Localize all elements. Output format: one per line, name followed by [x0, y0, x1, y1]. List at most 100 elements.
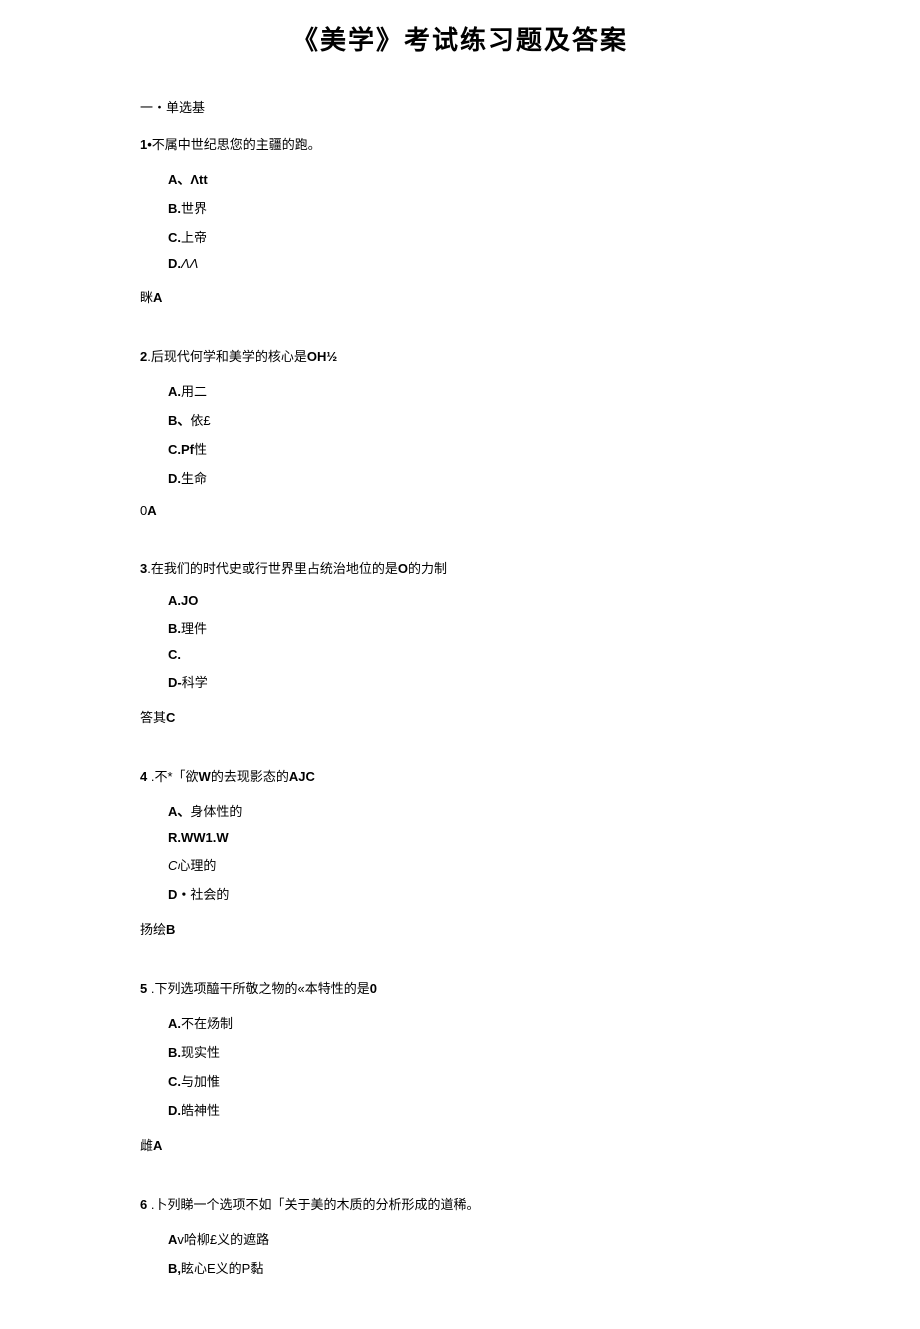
option-text: 社会的: [190, 887, 229, 902]
question-stem-bold: W: [199, 769, 211, 784]
options-list: Av哈柳£义的遮路 B,眩心E义的P黏: [140, 1229, 780, 1277]
question-number: 6: [140, 1197, 147, 1212]
question-stem-bold: O: [398, 561, 408, 576]
answer-value: C: [166, 710, 175, 725]
option: B.理件: [168, 618, 780, 637]
options-list: A、Λtt B.世界 C.上帝 D.ΛΛ: [140, 169, 780, 271]
option: D・社会的: [168, 884, 780, 903]
option-text: 性: [194, 442, 207, 457]
option-text: ΛΛ: [181, 256, 198, 271]
question-stem: 2.后现代何学和美学的核心是OH½: [140, 346, 780, 365]
option-label: B.: [168, 1045, 181, 1060]
option-label: D・: [168, 887, 190, 902]
option-label: B,: [168, 1261, 181, 1276]
answer: 雌A: [140, 1135, 780, 1154]
question-number: 5: [140, 981, 147, 996]
option: D-科学: [168, 672, 780, 691]
option: A.JO: [168, 593, 780, 608]
options-list: A、身体性的 R.WW1.W C心理的 D・社会的: [140, 801, 780, 903]
answer-label: 扬绘: [140, 922, 166, 937]
answer: 答其C: [140, 707, 780, 726]
option-label: D.: [168, 471, 181, 486]
option-label: C.: [168, 647, 181, 662]
option: A、Λtt: [168, 169, 780, 188]
option-label: A、: [168, 172, 190, 187]
option: B、依£: [168, 410, 780, 429]
option-text: 眩心E义的P黏: [181, 1261, 263, 1276]
option-label: A.: [168, 384, 181, 399]
content-area: 一・单选基 1•不属中世纪思您的主疆的跑。A、ΛttB.世界C.上帝D.ΛΛ眯A…: [0, 97, 920, 1277]
answer-label: 雌: [140, 1138, 153, 1153]
option: D.生命: [168, 468, 780, 487]
question-stem-suffix: 0: [370, 981, 377, 996]
option-text: 不在炀制: [181, 1016, 233, 1031]
option-label: D.: [168, 256, 181, 271]
option-label: C.Pf: [168, 442, 194, 457]
option: R.WW1.W: [168, 830, 780, 845]
option-text: v哈柳£义的遮路: [177, 1232, 269, 1247]
answer-value: A: [147, 503, 156, 518]
question-stem-text: .下列选项醯干所敬之物的«本特性的是: [151, 981, 370, 996]
question-stem-text: .卜列睇一个选项不如「关于美的木质的分析形成的道稀。: [151, 1197, 480, 1212]
option: A.不在炀制: [168, 1013, 780, 1032]
option-label: A.JO: [168, 593, 198, 608]
answer-label: 答其: [140, 710, 166, 725]
option: B.世界: [168, 198, 780, 217]
question-stem: 4 .不*「欲W的去现影态的AJC: [140, 766, 780, 785]
option-text: 与加惟: [181, 1074, 220, 1089]
answer-value: A: [153, 1138, 162, 1153]
question-number: 4: [140, 769, 147, 784]
option-label: C.: [168, 1074, 181, 1089]
question-stem: 5 .下列选项醯干所敬之物的«本特性的是0: [140, 978, 780, 997]
question-stem-text: 不属中世纪思您的主疆的跑。: [152, 137, 321, 152]
option: D.皓神性: [168, 1100, 780, 1119]
option-text: 现实性: [181, 1045, 220, 1060]
option: C.: [168, 647, 780, 662]
question-stem-text: .在我们的时代史或行世界里占统治地位的是: [147, 561, 398, 576]
document-title: 《美学》考试练习题及答案: [0, 0, 920, 97]
question-stem-text: .不*「欲: [151, 769, 199, 784]
option-text: 皓神性: [181, 1103, 220, 1118]
option-text: 依£: [190, 413, 210, 428]
question: 3.在我们的时代史或行世界里占统治地位的是O的力制A.JOB.理件C.D-科学答…: [140, 558, 780, 726]
question: 1•不属中世纪思您的主疆的跑。A、ΛttB.世界C.上帝D.ΛΛ眯A: [140, 134, 780, 306]
option-text: Λtt: [190, 172, 207, 187]
option-label: R.WW1.W: [168, 830, 229, 845]
option-text: 科学: [182, 675, 208, 690]
option-label: B、: [168, 413, 190, 428]
option-label: A、: [168, 804, 190, 819]
option-label: B.: [168, 621, 181, 636]
questions-container: 1•不属中世纪思您的主疆的跑。A、ΛttB.世界C.上帝D.ΛΛ眯A2.后现代何…: [140, 134, 780, 1277]
question-stem: 1•不属中世纪思您的主疆的跑。: [140, 134, 780, 153]
question: 6 .卜列睇一个选项不如「关于美的木质的分析形成的道稀。 Av哈柳£义的遮路 B,眩…: [140, 1194, 780, 1277]
options-list: A.用二 B、依£ C.Pf性 D.生命: [140, 381, 780, 487]
option: C.上帝: [168, 227, 780, 246]
option: D.ΛΛ: [168, 256, 780, 271]
option: C.Pf性: [168, 439, 780, 458]
question-number: 1•: [140, 137, 152, 152]
question-stem-end: 的力制: [408, 561, 447, 576]
question-stem: 3.在我们的时代史或行世界里占统治地位的是O的力制: [140, 558, 780, 577]
option: C心理的: [168, 855, 780, 874]
option: Av哈柳£义的遮路: [168, 1229, 780, 1248]
option-label: A: [168, 1232, 177, 1247]
option-label: D.: [168, 1103, 181, 1118]
option: B.现实性: [168, 1042, 780, 1061]
option-text: 用二: [181, 384, 207, 399]
option: C.与加惟: [168, 1071, 780, 1090]
section-header: 一・单选基: [140, 97, 780, 116]
option-text: 理件: [181, 621, 207, 636]
options-list: A.JOB.理件C.D-科学: [140, 593, 780, 691]
option-text: 身体性的: [190, 804, 242, 819]
option-text: 世界: [181, 201, 207, 216]
options-list: A.不在炀制B.现实性C.与加惟D.皓神性: [140, 1013, 780, 1119]
option-label: A.: [168, 1016, 181, 1031]
option-label: D-: [168, 675, 182, 690]
question-stem-end: 的去现影态的: [211, 769, 289, 784]
question: 2.后现代何学和美学的核心是OH½A.用二B、依£C.Pf性D.生命0A: [140, 346, 780, 518]
option-label: B.: [168, 201, 181, 216]
option-text: 上帝: [181, 230, 207, 245]
option-text: 生命: [181, 471, 207, 486]
option: B,眩心E义的P黏: [168, 1258, 780, 1277]
question-stem-text: .后现代何学和美学的核心是: [147, 349, 307, 364]
